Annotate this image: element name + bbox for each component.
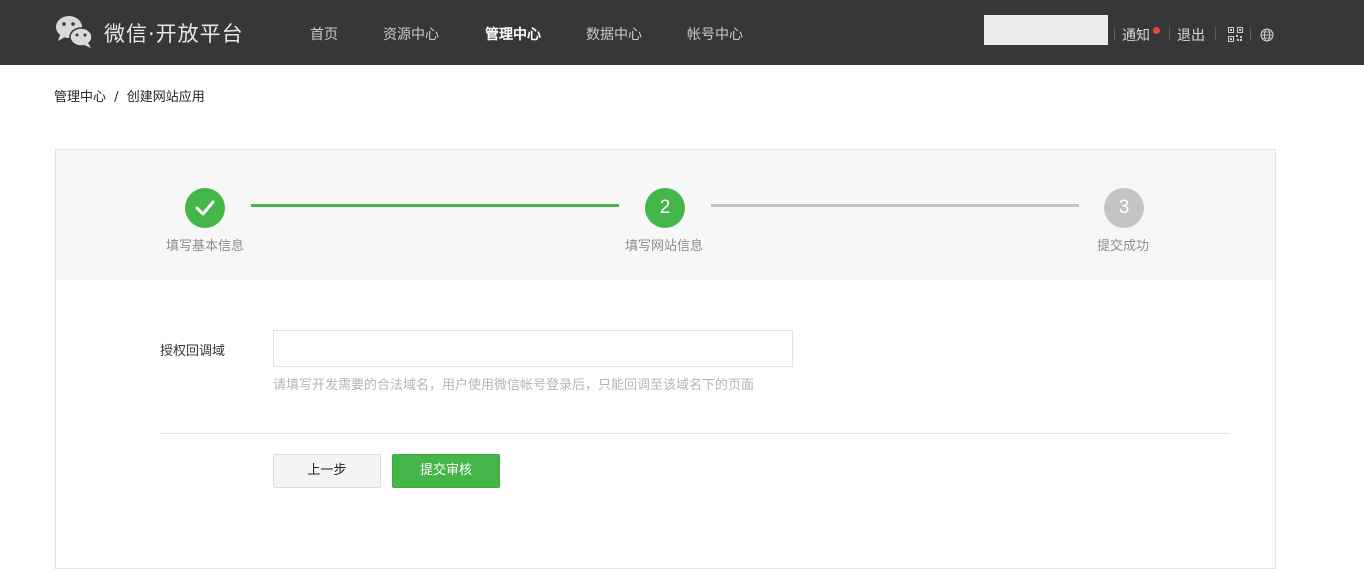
nav-item-home[interactable]: 首页 [310, 24, 338, 44]
callback-domain-label: 授权回调域 [160, 344, 226, 359]
divider [1250, 27, 1251, 40]
step-2-label: 填写网站信息 [624, 239, 704, 254]
logout-link[interactable]: 退出 [1177, 25, 1205, 45]
submit-review-button[interactable]: 提交审核 [392, 454, 500, 488]
top-navigation-bar: 微信·开放平台 首页 资源中心 管理中心 数据中心 帐号中心 通知 退出 [0, 0, 1364, 65]
step-2-circle: 2 [645, 188, 685, 228]
step-3-label: 提交成功 [1096, 239, 1150, 254]
step-connector-pending [711, 204, 1079, 207]
form-divider [160, 433, 1230, 434]
callback-domain-input[interactable] [273, 330, 793, 367]
step-progress: 填写基本信息 2 填写网站信息 3 提交成功 [56, 150, 1275, 280]
step-1-label: 填写基本信息 [165, 239, 245, 254]
nav-item-resources[interactable]: 资源中心 [383, 24, 439, 44]
breadcrumb-separator: / [114, 90, 119, 105]
breadcrumb-current: 创建网站应用 [126, 90, 205, 105]
step-1-circle [185, 188, 225, 228]
globe-icon[interactable] [1260, 28, 1274, 42]
previous-step-button[interactable]: 上一步 [273, 454, 381, 488]
nav-item-data[interactable]: 数据中心 [586, 24, 642, 44]
callback-domain-hint: 请填写开发需要的合法域名，用户使用微信帐号登录后，只能回调至该域名下的页面 [273, 378, 755, 393]
divider [1169, 27, 1170, 40]
step-3-circle: 3 [1104, 188, 1144, 228]
wechat-logo-icon[interactable] [54, 14, 94, 50]
breadcrumb-management[interactable]: 管理中心 [54, 86, 106, 105]
divider [1215, 27, 1216, 40]
notify-link[interactable]: 通知 [1122, 25, 1150, 45]
notify-badge [1153, 27, 1160, 34]
nav-item-management[interactable]: 管理中心 [485, 24, 541, 44]
step-connector-complete [251, 204, 619, 207]
breadcrumb: 管理中心 / 创建网站应用 [54, 86, 205, 105]
divider [1114, 27, 1115, 40]
qrcode-icon[interactable] [1228, 27, 1243, 42]
checkmark-icon [195, 200, 215, 216]
nav-item-account[interactable]: 帐号中心 [687, 24, 743, 44]
brand-title[interactable]: 微信·开放平台 [104, 18, 244, 48]
user-account-box[interactable] [984, 15, 1108, 45]
create-website-app-panel: 填写基本信息 2 填写网站信息 3 提交成功 授权回调域 请填写开发需要的合法域… [55, 149, 1276, 569]
